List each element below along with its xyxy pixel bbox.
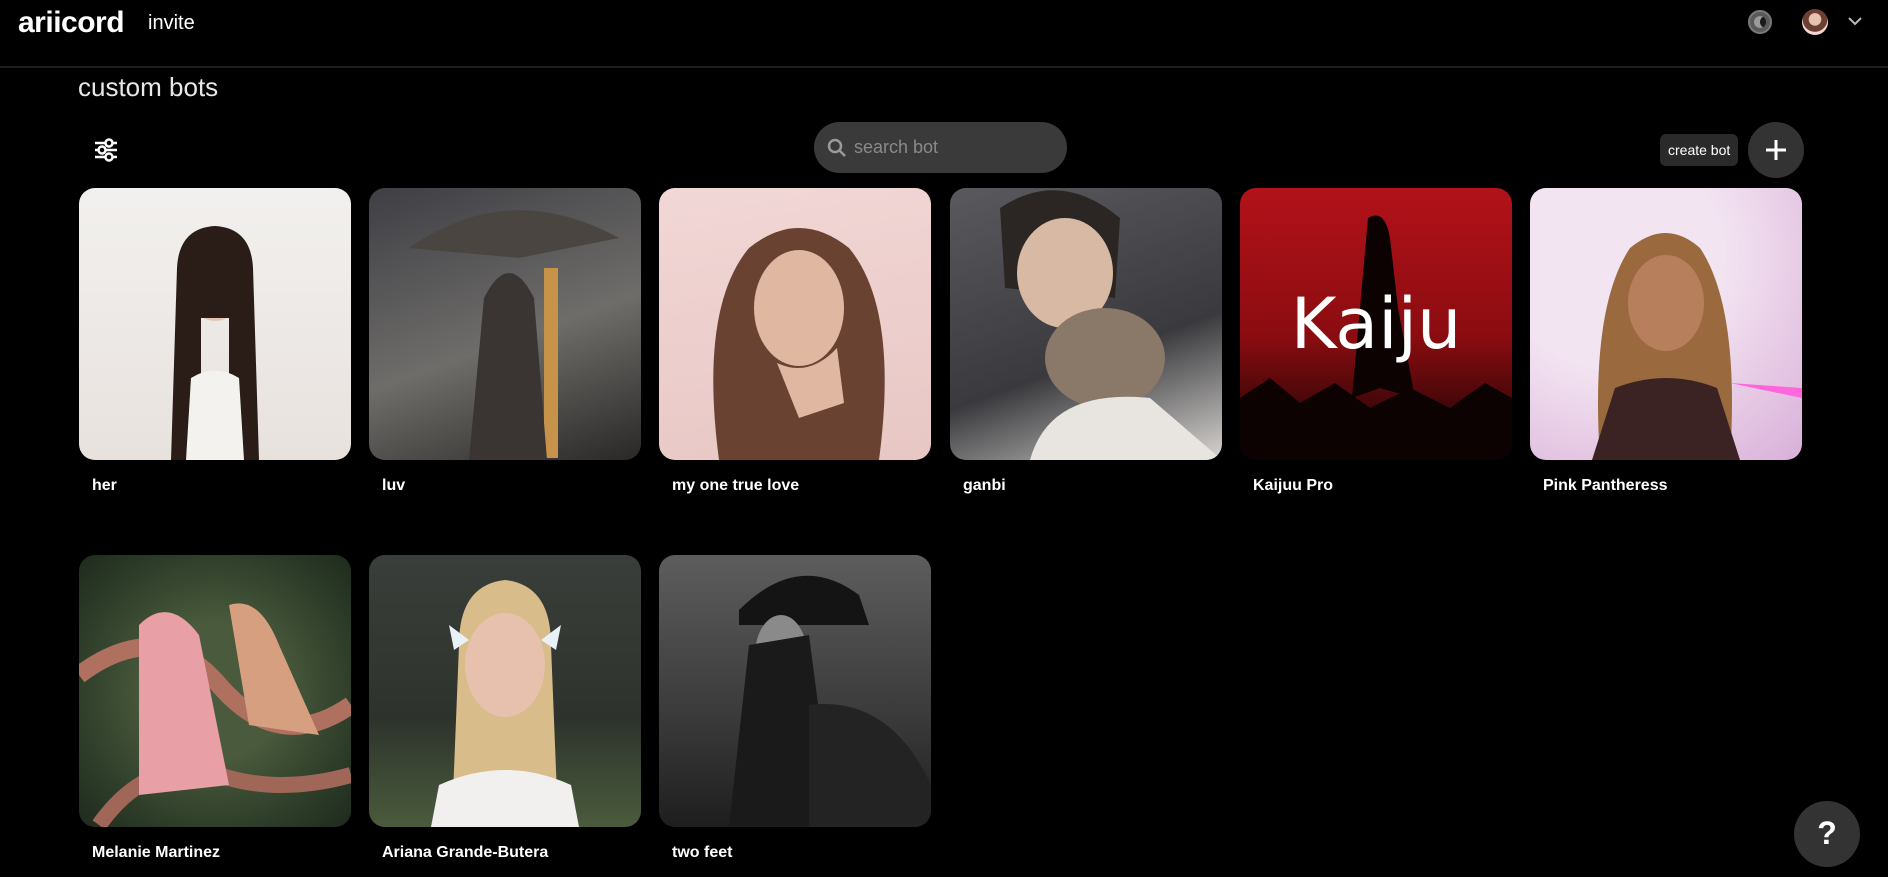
bot-image xyxy=(369,555,641,827)
bot-image xyxy=(79,555,351,827)
chevron-down-icon[interactable] xyxy=(1846,14,1864,28)
help-icon: ? xyxy=(1817,815,1837,851)
bot-card[interactable]: luv xyxy=(369,188,641,494)
bot-image xyxy=(369,188,641,460)
invite-link[interactable]: invite xyxy=(148,12,195,35)
bot-card[interactable]: my one true love xyxy=(659,188,931,494)
filter-sliders-icon[interactable] xyxy=(92,136,120,164)
search-input[interactable] xyxy=(854,132,1054,163)
bot-card[interactable]: Melanie Martinez xyxy=(79,555,351,861)
create-bot-button[interactable] xyxy=(1748,122,1804,178)
bot-name: her xyxy=(92,477,117,494)
bot-image xyxy=(659,555,931,827)
bot-image: Kaiju xyxy=(1240,188,1512,460)
help-button[interactable]: ? xyxy=(1794,801,1860,867)
bot-name: Ariana Grande-Butera xyxy=(382,844,549,861)
bot-card[interactable]: Ariana Grande-Butera xyxy=(369,555,641,861)
page-title: custom bots xyxy=(78,72,219,102)
theme-toggle-icon[interactable] xyxy=(1748,10,1772,34)
bot-card[interactable]: Kaiju Kaijuu Pro xyxy=(1240,188,1512,494)
bot-name: two feet xyxy=(672,844,733,861)
create-bot-tooltip: create bot xyxy=(1660,134,1739,166)
bot-image xyxy=(1530,188,1802,460)
bot-name: Kaijuu Pro xyxy=(1253,477,1334,494)
top-nav-bar: ariicord invite xyxy=(0,0,1888,68)
bot-name: Pink Pantheress xyxy=(1543,477,1668,494)
plus-icon xyxy=(1766,140,1786,160)
bot-card[interactable]: ganbi xyxy=(950,188,1222,494)
bot-name: luv xyxy=(382,477,406,494)
bot-image xyxy=(659,188,931,460)
app-logo[interactable]: ariicord xyxy=(18,6,125,40)
search-icon xyxy=(827,138,846,157)
user-avatar[interactable] xyxy=(1802,9,1828,35)
bot-image xyxy=(950,188,1222,460)
bot-name: my one true love xyxy=(672,477,800,494)
bot-card[interactable]: Pink Pantheress xyxy=(1530,188,1802,494)
bot-name: Melanie Martinez xyxy=(92,844,221,861)
search-bar xyxy=(814,122,1067,173)
bot-card[interactable]: her xyxy=(79,188,351,494)
bot-image xyxy=(79,188,351,460)
kaiju-image-text: Kaiju xyxy=(1291,283,1462,365)
bot-card[interactable]: two feet xyxy=(659,555,931,861)
bot-name: ganbi xyxy=(963,477,1006,494)
